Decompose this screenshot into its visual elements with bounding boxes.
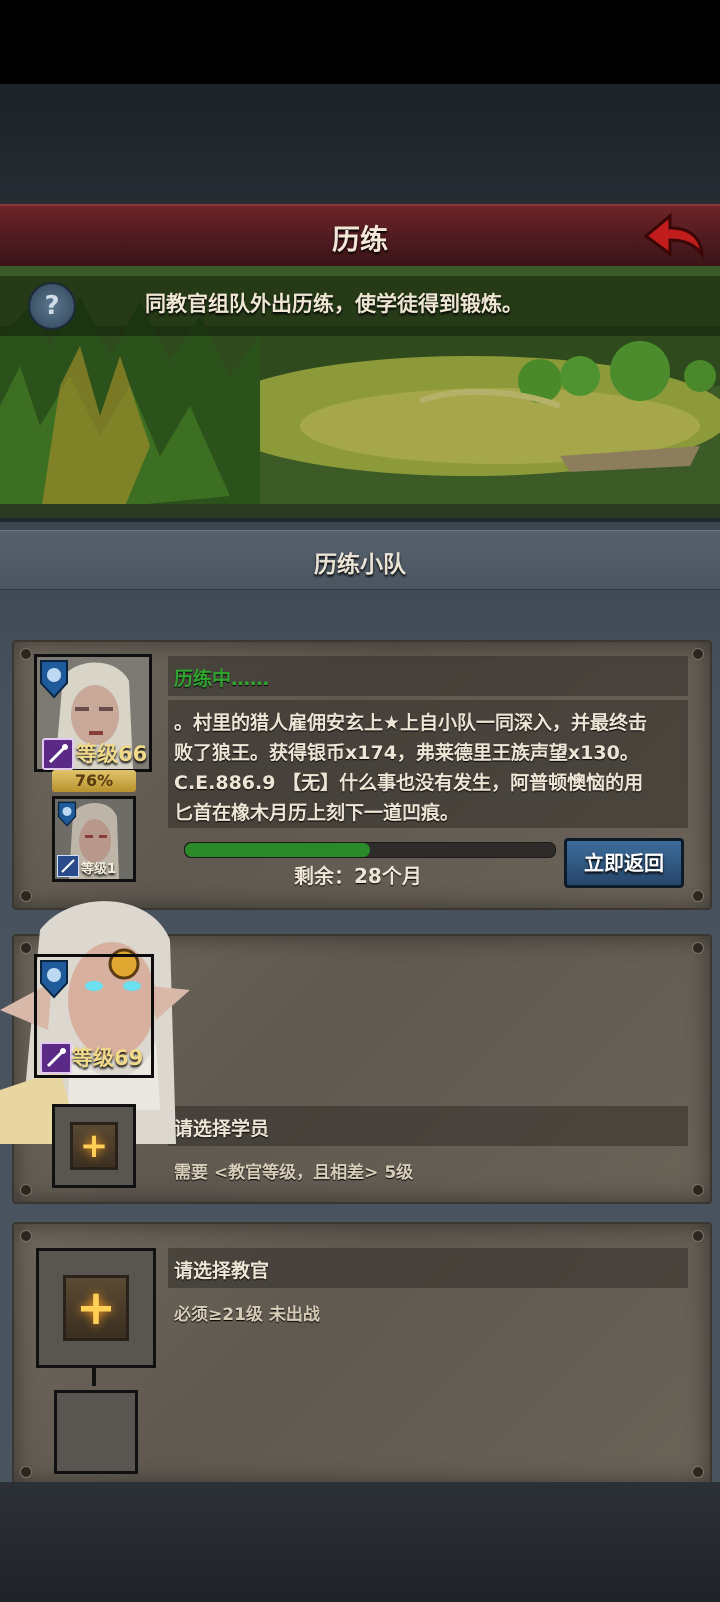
log-line: 败了狼王。获得银币x174，弗莱德里王族声望x130。 [174, 742, 639, 764]
back-arrow-icon [643, 212, 705, 259]
log-line: 。村里的猎人雇佣安玄上★上自小队一同深入，并最终击 [174, 712, 648, 734]
plus-icon: + [79, 1126, 109, 1166]
slot-connector [92, 1366, 96, 1386]
team-card-active: 等级66 76% 等级1 历练中…… 。村里的猎人雇佣安玄上★上自小队一同深入，… [12, 640, 712, 910]
training-progress-bar [184, 842, 556, 858]
status-bar-area [0, 0, 720, 84]
background-dark [0, 84, 720, 204]
staff-icon [40, 1042, 72, 1074]
loyalty-ribbon: 76% [52, 770, 136, 792]
scene-banner: ? 同教官组队外出历练，使学徒得到锻炼。 [0, 266, 720, 522]
rivet [692, 942, 704, 954]
section-title: 历练小队 [314, 552, 406, 578]
instructor-slot[interactable]: + [36, 1248, 156, 1368]
rivet [20, 1184, 32, 1196]
rivet [692, 648, 704, 660]
student-requirement: 需要 <教官等级，且相差> 5级 [174, 1163, 414, 1183]
remaining-time: 剩余：28个月 [294, 864, 422, 888]
shield-icon [40, 660, 68, 699]
rivet [20, 1466, 32, 1478]
staff-icon [42, 738, 74, 770]
back-button[interactable] [640, 210, 706, 262]
banner-description: 同教官组队外出历练，使学徒得到锻炼。 [145, 292, 523, 316]
log-line: 匕首在橡木月历上刻下一道凹痕。 [174, 802, 460, 824]
rivet [20, 1230, 32, 1242]
sword-icon [57, 855, 79, 877]
title-bar: 历练 [0, 204, 720, 268]
rivet [692, 890, 704, 902]
rivet [20, 648, 32, 660]
student-portrait[interactable]: 等级1 [52, 796, 136, 882]
bottom-background [0, 1482, 720, 1602]
shield-icon [57, 801, 77, 827]
rivet [692, 1230, 704, 1242]
rivet [692, 1466, 704, 1478]
training-progress-fill [185, 843, 370, 857]
instructor-progress-label: 76% [74, 771, 114, 790]
page-title: 历练 [331, 223, 388, 256]
question-icon[interactable]: ? [28, 282, 76, 330]
instructor-level-2: 等级69 [72, 1046, 144, 1070]
log-line: C.E.886.9 【无】什么事也没有发生，阿普顿懊恼的用 [174, 772, 644, 794]
rivet [692, 1184, 704, 1196]
select-instructor-prompt: 请选择教官 [174, 1260, 270, 1282]
team-card-select-instructor: + 请选择教官 必须≥21级 未出战 [12, 1222, 712, 1486]
student-slot[interactable]: + [52, 1104, 136, 1188]
instructor-level: 等级66 [76, 742, 148, 766]
return-now-button[interactable]: 立即返回 [564, 838, 684, 888]
plus-icon: + [75, 1280, 117, 1336]
add-student-button[interactable]: + [70, 1122, 118, 1170]
status-label: 历练中…… [174, 668, 270, 690]
add-instructor-button[interactable]: + [63, 1275, 129, 1341]
student-slot-empty[interactable] [54, 1390, 138, 1474]
student-level: 等级1 [81, 862, 117, 877]
instructor-requirement: 必须≥21级 未出战 [174, 1305, 320, 1325]
shield-icon [40, 960, 68, 999]
section-header: 历练小队 [0, 530, 720, 590]
